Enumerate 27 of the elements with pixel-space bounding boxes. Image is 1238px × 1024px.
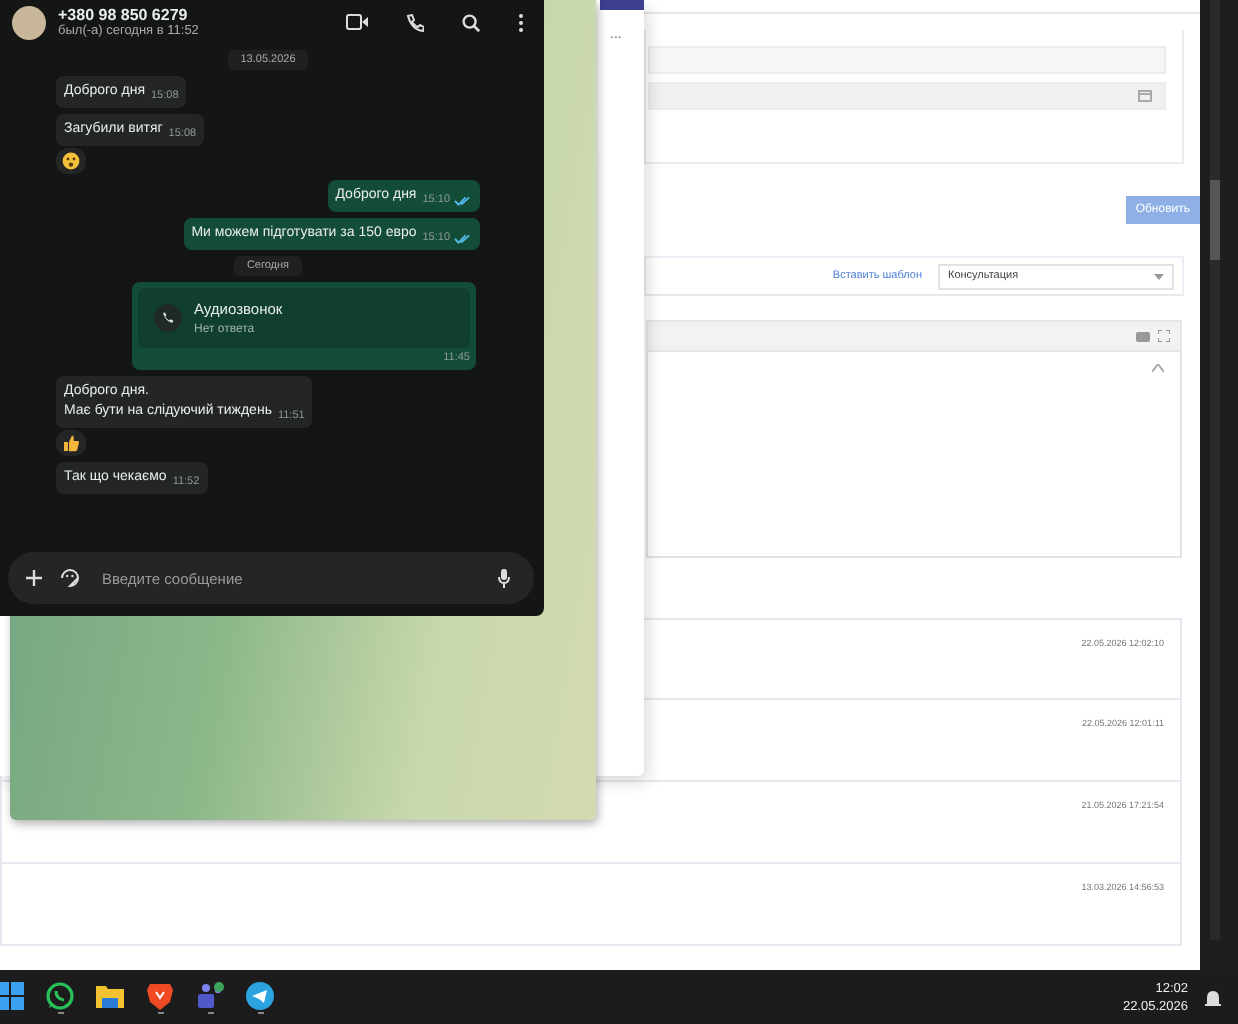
caret-icon bbox=[1154, 273, 1164, 279]
paper-plane-icon[interactable] bbox=[246, 981, 274, 1009]
sticker-icon[interactable] bbox=[60, 568, 80, 588]
contact-name: +380 98 850 6279 bbox=[58, 6, 190, 24]
people-icon[interactable] bbox=[196, 981, 224, 1009]
folder-icon[interactable] bbox=[96, 981, 124, 1009]
surprised-face-icon bbox=[62, 152, 80, 170]
keyboard-icon[interactable] bbox=[1136, 331, 1150, 341]
date-field[interactable] bbox=[648, 82, 1166, 110]
phone-icon bbox=[154, 304, 182, 332]
menu-icon[interactable] bbox=[518, 13, 524, 31]
fullscreen-icon[interactable] bbox=[1158, 330, 1170, 342]
scrollbar[interactable] bbox=[1210, 0, 1220, 940]
scrollbar-thumb[interactable] bbox=[1210, 180, 1220, 260]
notification-bell-icon[interactable] bbox=[1204, 987, 1222, 1007]
microphone-icon[interactable] bbox=[498, 568, 510, 588]
text-field[interactable] bbox=[648, 46, 1166, 74]
video-call-icon[interactable] bbox=[346, 14, 368, 30]
calendar-icon bbox=[1138, 90, 1152, 102]
title-bar bbox=[600, 0, 644, 10]
thumbs-up-icon bbox=[62, 434, 80, 452]
phone-icon[interactable] bbox=[406, 13, 424, 31]
start-icon[interactable] bbox=[0, 981, 24, 1009]
avatar bbox=[12, 5, 46, 39]
plus-icon[interactable] bbox=[26, 570, 42, 586]
search-icon[interactable] bbox=[462, 13, 480, 31]
chat-bubble-icon[interactable] bbox=[46, 981, 74, 1009]
